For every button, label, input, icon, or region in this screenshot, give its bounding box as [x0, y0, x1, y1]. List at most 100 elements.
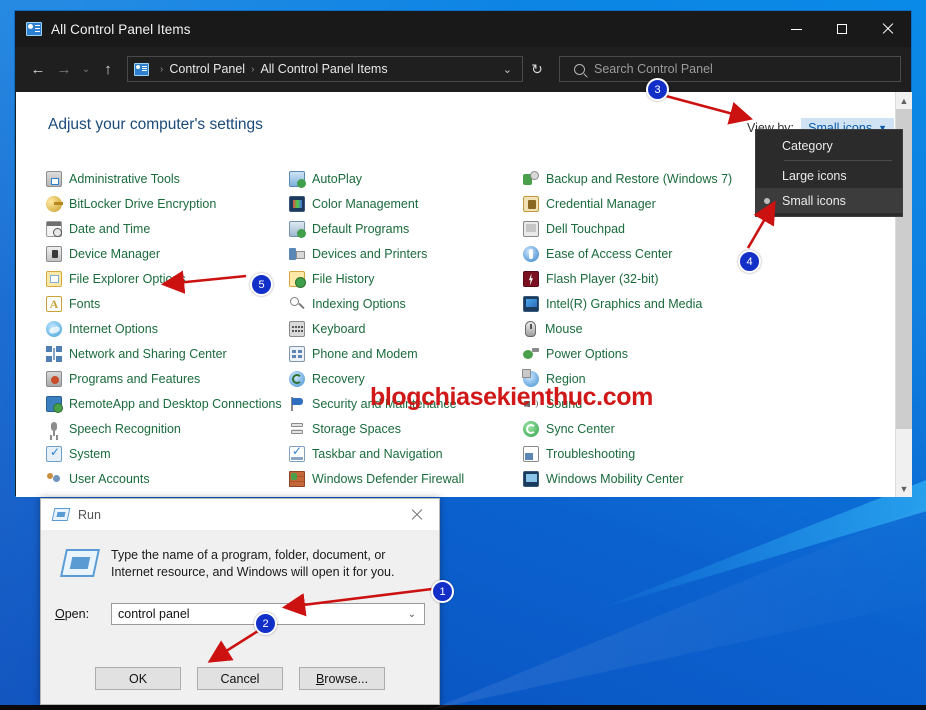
- control-panel-item-label: User Accounts: [69, 471, 150, 486]
- address-bar[interactable]: › Control Panel › All Control Panel Item…: [127, 56, 523, 82]
- browse-button[interactable]: Browse...: [299, 667, 385, 690]
- control-panel-item[interactable]: Windows Defender Firewall: [289, 466, 529, 491]
- user-accounts-icon: [46, 471, 62, 487]
- control-panel-item[interactable]: Dell Touchpad: [523, 216, 763, 241]
- annotation-marker-1: 1: [431, 580, 454, 603]
- run-close-button[interactable]: [395, 499, 439, 530]
- search-box[interactable]: Search Control Panel: [559, 56, 901, 82]
- minimize-button[interactable]: [773, 11, 819, 47]
- run-dialog: Run Type the name of a program, folder, …: [40, 498, 440, 705]
- control-panel-item[interactable]: Phone and Modem: [289, 341, 529, 366]
- control-panel-item[interactable]: Windows Mobility Center: [523, 466, 763, 491]
- system-icon: [46, 445, 62, 462]
- control-panel-item[interactable]: Credential Manager: [523, 191, 763, 216]
- control-panel-item[interactable]: Internet Options: [46, 316, 286, 341]
- scroll-down-arrow-icon[interactable]: ▼: [896, 480, 912, 497]
- control-panel-item[interactable]: Administrative Tools: [46, 166, 286, 191]
- indexing-options-icon: [289, 296, 305, 312]
- control-panel-item[interactable]: Keyboard: [289, 316, 529, 341]
- control-panel-item-label: Fonts: [69, 296, 101, 311]
- control-panel-item[interactable]: Date and Time: [46, 216, 286, 241]
- breadcrumb-separator-2: ›: [251, 63, 255, 75]
- menu-item-large-icons[interactable]: Large icons: [756, 163, 902, 188]
- ok-button[interactable]: OK: [95, 667, 181, 690]
- up-button[interactable]: ↑: [95, 56, 121, 82]
- control-panel-item[interactable]: Taskbar and Navigation: [289, 441, 529, 466]
- recent-locations-button[interactable]: ⌄: [77, 56, 95, 82]
- control-panel-item[interactable]: AutoPlay: [289, 166, 529, 191]
- control-panel-item-label: System: [69, 446, 111, 461]
- control-panel-item-label: Default Programs: [312, 221, 410, 236]
- control-panel-item[interactable]: Power Options: [523, 341, 763, 366]
- keyboard-icon: [289, 320, 305, 337]
- chevron-down-icon[interactable]: ⌄: [400, 609, 424, 620]
- control-panel-item-label: Windows Mobility Center: [546, 471, 684, 486]
- control-panel-item-label: Programs and Features: [69, 371, 201, 386]
- control-panel-item[interactable]: BitLocker Drive Encryption: [46, 191, 286, 216]
- control-panel-item[interactable]: Indexing Options: [289, 291, 529, 316]
- forward-button[interactable]: →: [51, 56, 77, 82]
- control-panel-item[interactable]: User Accounts: [46, 466, 286, 491]
- run-open-value: control panel: [118, 607, 190, 621]
- control-panel-item-label: Speech Recognition: [69, 421, 181, 436]
- back-button[interactable]: ←: [25, 56, 51, 82]
- autoplay-icon: [289, 170, 306, 188]
- control-panel-item[interactable]: Backup and Restore (Windows 7): [523, 166, 763, 191]
- control-panel-window: All Control Panel Items ← → ⌄ ↑ › Contro…: [14, 10, 912, 497]
- menu-item-category[interactable]: Category: [756, 133, 902, 158]
- control-panel-item-label: Keyboard: [312, 321, 366, 336]
- control-panel-item[interactable]: Intel(R) Graphics and Media: [523, 291, 763, 316]
- control-panel-item[interactable]: Flash Player (32-bit): [523, 266, 763, 291]
- control-panel-item[interactable]: Mouse: [523, 316, 763, 341]
- menu-separator: [784, 160, 892, 161]
- control-panel-item-label: Phone and Modem: [312, 346, 418, 361]
- control-panel-item[interactable]: Device Manager: [46, 241, 286, 266]
- file-explorer-options-icon: [46, 270, 62, 287]
- control-panel-item[interactable]: Devices and Printers: [289, 241, 529, 266]
- control-panel-item[interactable]: Network and Sharing Center: [46, 341, 286, 366]
- breadcrumb-all-items[interactable]: All Control Panel Items: [260, 62, 387, 76]
- control-panel-item[interactable]: File History: [289, 266, 529, 291]
- network-sharing-icon: [46, 345, 62, 362]
- control-panel-item-label: Backup and Restore (Windows 7): [546, 171, 733, 186]
- windows-mobility-icon: [523, 470, 539, 487]
- navigation-bar: ← → ⌄ ↑ › Control Panel › All Control Pa…: [15, 47, 911, 91]
- taskbar-navigation-icon: [289, 444, 305, 462]
- control-panel-item[interactable]: Speech Recognition: [46, 416, 286, 441]
- minimize-icon: [790, 28, 802, 30]
- control-panel-item[interactable]: Ease of Access Center: [523, 241, 763, 266]
- maximize-button[interactable]: [819, 11, 865, 47]
- control-panel-item-label: Date and Time: [69, 221, 151, 236]
- backup-restore-icon: [523, 170, 539, 187]
- file-history-icon: [289, 270, 306, 288]
- address-bar-chevron-down-icon[interactable]: ⌄: [493, 63, 522, 76]
- control-panel-item[interactable]: Color Management: [289, 191, 529, 216]
- control-panel-item-label: BitLocker Drive Encryption: [69, 196, 217, 211]
- control-panel-item-label: Color Management: [312, 196, 419, 211]
- menu-item-label: Large icons: [782, 168, 847, 183]
- control-panel-item[interactable]: Sync Center: [523, 416, 763, 441]
- sync-center-icon: [523, 420, 539, 437]
- cancel-button[interactable]: Cancel: [197, 667, 283, 690]
- control-panel-item[interactable]: Fonts: [46, 291, 286, 316]
- breadcrumb-control-panel[interactable]: Control Panel: [169, 62, 245, 76]
- control-panel-item[interactable]: Default Programs: [289, 216, 529, 241]
- refresh-button[interactable]: ↻: [523, 61, 551, 78]
- close-button[interactable]: [865, 11, 911, 47]
- control-panel-item[interactable]: RemoteApp and Desktop Connections: [46, 391, 286, 416]
- menu-item-small-icons[interactable]: Small icons: [756, 188, 902, 213]
- run-dialog-body: Type the name of a program, folder, docu…: [41, 531, 439, 625]
- control-panel-item-label: Administrative Tools: [69, 171, 180, 186]
- run-icon: [51, 508, 71, 521]
- ease-of-access-icon: [523, 245, 539, 262]
- control-panel-item-label: Power Options: [546, 346, 628, 361]
- programs-features-icon: [46, 370, 62, 387]
- control-panel-item-label: Credential Manager: [546, 196, 656, 211]
- control-panel-item[interactable]: System: [46, 441, 286, 466]
- scroll-up-arrow-icon[interactable]: ▲: [896, 92, 912, 109]
- control-panel-item[interactable]: Troubleshooting: [523, 441, 763, 466]
- control-panel-item[interactable]: Storage Spaces: [289, 416, 529, 441]
- view-by-dropdown-menu: Category Large icons Small icons: [755, 129, 903, 217]
- recovery-icon: [289, 370, 305, 387]
- control-panel-item[interactable]: Programs and Features: [46, 366, 286, 391]
